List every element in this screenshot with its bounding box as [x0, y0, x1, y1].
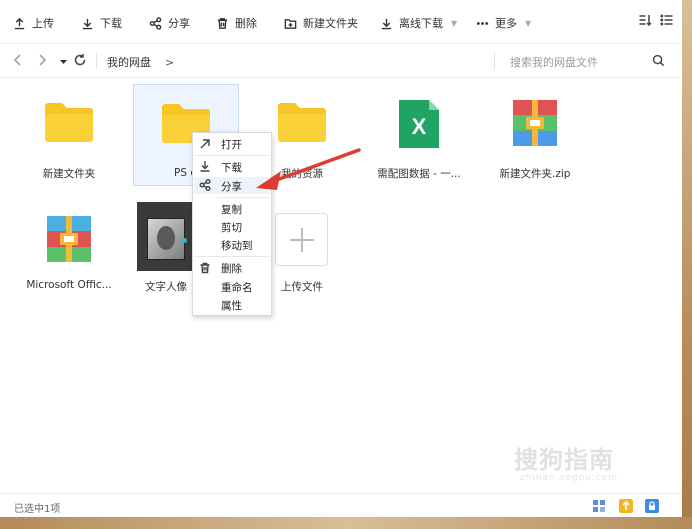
delete-label: 删除 — [235, 17, 257, 30]
file-item[interactable]: X 需配图数据 - 一... — [366, 84, 472, 186]
desktop-background-right — [682, 0, 692, 529]
excel-icon: X — [399, 100, 439, 148]
new-folder-icon — [284, 18, 297, 29]
watermark-url: zhinan.sogou.com — [520, 473, 618, 483]
sort-icon — [639, 15, 652, 27]
chevron-down-icon: ▼ — [451, 18, 458, 28]
file-label: 文字人像 — [145, 281, 187, 293]
menu-item-cut[interactable]: 剪切 — [221, 220, 242, 235]
breadcrumb-root[interactable]: 我的网盘 — [107, 56, 151, 69]
offline-download-icon — [381, 18, 392, 29]
search-input[interactable]: 搜索我的网盘文件 — [510, 54, 598, 70]
open-icon — [199, 138, 211, 153]
upload-icon — [14, 17, 25, 29]
portrait-image — [147, 218, 185, 260]
indicator-dot — [182, 238, 187, 243]
menu-divider — [194, 155, 270, 156]
context-menu: 打开 下载 分享 复制 剪切 移动到 删除 重命名 属性 — [192, 132, 272, 316]
more-dots-icon — [476, 21, 489, 25]
divider — [494, 52, 495, 70]
status-bar: 已选中1项 — [0, 493, 682, 517]
desktop-background-bottom — [0, 517, 692, 529]
folder-icon — [278, 103, 326, 142]
zip-icon — [47, 216, 91, 262]
breadcrumb-separator: > — [165, 56, 175, 69]
divider — [96, 53, 97, 69]
sort-button[interactable] — [638, 13, 652, 30]
more-label: 更多 — [495, 17, 517, 30]
menu-divider — [194, 256, 270, 257]
share-button[interactable]: 分享 — [149, 14, 190, 32]
download-icon — [82, 18, 93, 29]
grid-apps-icon[interactable] — [592, 499, 606, 513]
chevron-down-icon: ▼ — [525, 18, 532, 28]
menu-item-copy[interactable]: 复制 — [221, 202, 242, 217]
watermark: 搜狗指南 — [514, 446, 614, 474]
upload-label: 上传 — [32, 17, 54, 30]
address-bar: 我的网盘 > 搜索我的网盘文件 — [0, 44, 682, 78]
image-thumbnail[interactable] — [137, 202, 192, 271]
menu-item-open[interactable]: 打开 — [221, 137, 242, 152]
download-label: 下载 — [100, 17, 122, 30]
delete-button[interactable]: 删除 — [216, 14, 257, 32]
menu-item-download[interactable]: 下载 — [221, 160, 242, 175]
offline-download-label: 离线下载 — [399, 17, 443, 30]
list-view-icon — [660, 14, 673, 26]
zip-icon — [513, 100, 557, 146]
back-button[interactable] — [11, 53, 25, 67]
offline-download-button[interactable]: 离线下载 ▼ — [380, 14, 457, 32]
new-folder-label: 新建文件夹 — [303, 17, 358, 30]
file-label: Microsoft Offic... — [26, 279, 112, 291]
portrait-face — [157, 226, 175, 250]
trash-icon — [217, 17, 228, 29]
folder-icon — [45, 103, 93, 142]
chevron-right-icon — [39, 54, 47, 66]
file-label: 新建文件夹.zip — [499, 168, 571, 180]
share-label: 分享 — [168, 17, 190, 30]
share-icon — [149, 16, 162, 30]
file-item[interactable]: 新建文件夹 — [16, 84, 122, 186]
refresh-icon — [74, 54, 86, 66]
new-folder-button[interactable]: 新建文件夹 — [284, 14, 358, 32]
menu-divider — [217, 197, 269, 198]
file-label: 新建文件夹 — [42, 168, 96, 180]
file-label: 需配图数据 - 一... — [377, 168, 461, 180]
menu-item-move-to[interactable]: 移动到 — [221, 238, 253, 253]
download-button[interactable]: 下载 — [81, 14, 122, 32]
netdisk-window: 上传 下载 分享 删除 新建文件夹 离线下载 ▼ 更多 ▼ 我的网盘 > 搜索我… — [0, 0, 682, 517]
upload-status-icon[interactable] — [619, 499, 633, 513]
download-icon — [199, 160, 211, 175]
breadcrumb[interactable]: 我的网盘 > — [107, 54, 174, 70]
search-button[interactable] — [652, 54, 665, 70]
lock-icon[interactable] — [645, 499, 659, 513]
history-dropdown[interactable] — [57, 55, 71, 69]
menu-item-rename[interactable]: 重命名 — [221, 280, 253, 295]
upload-file-tile[interactable] — [275, 213, 328, 266]
trash-icon — [199, 262, 211, 277]
upload-button[interactable]: 上传 — [13, 14, 54, 32]
chevron-left-icon — [13, 54, 21, 66]
menu-item-delete[interactable]: 删除 — [221, 261, 242, 276]
forward-button[interactable] — [35, 53, 49, 67]
menu-item-properties[interactable]: 属性 — [221, 298, 242, 313]
selection-count: 已选中1项 — [14, 504, 61, 515]
search-icon — [652, 54, 665, 67]
file-item[interactable]: Microsoft Offic... — [16, 202, 122, 304]
menu-item-share[interactable]: 分享 — [221, 179, 242, 194]
caret-down-icon — [60, 60, 67, 64]
file-item[interactable]: 新建文件夹.zip — [482, 84, 588, 186]
toolbar: 上传 下载 分享 删除 新建文件夹 离线下载 ▼ 更多 ▼ — [0, 0, 682, 44]
share-icon — [199, 179, 211, 194]
list-view-button[interactable] — [660, 13, 674, 30]
svg-text:X: X — [412, 114, 427, 139]
refresh-button[interactable] — [73, 53, 87, 67]
upload-file-label: 上传文件 — [281, 281, 323, 293]
more-button[interactable]: 更多 ▼ — [476, 14, 531, 32]
